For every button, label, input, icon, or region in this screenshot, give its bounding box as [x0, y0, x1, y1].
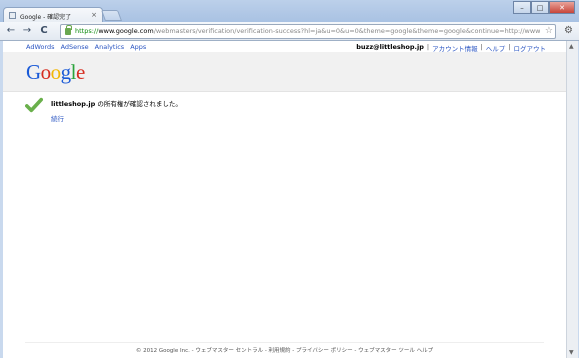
url-text[interactable]: https://www.google.com/webmasters/verifi…: [75, 27, 540, 35]
lock-icon: [65, 25, 72, 35]
vertical-scrollbar[interactable]: ▲ ▼: [566, 41, 578, 358]
reload-button[interactable]: C: [38, 25, 50, 37]
google-logo[interactable]: Google: [26, 60, 85, 85]
site-name: littleshop.jp: [51, 100, 96, 108]
adwords-link[interactable]: AdWords: [26, 43, 55, 51]
checkmark-icon: [25, 97, 43, 113]
url-host: www.google.com: [98, 27, 154, 35]
footer-divider: [25, 342, 544, 343]
message-text: の所有権が確認されました。: [95, 100, 182, 108]
window-controls: – □ ✕: [513, 1, 575, 14]
product-links: AdWords AdSense Analytics Apps: [26, 43, 146, 51]
minimize-button[interactable]: –: [513, 1, 531, 14]
adsense-link[interactable]: AdSense: [61, 43, 89, 51]
close-window-button[interactable]: ✕: [549, 1, 575, 14]
page-content: AdWords AdSense Analytics Apps buzz@litt…: [3, 41, 566, 358]
bookmark-star-icon[interactable]: ☆: [545, 26, 553, 36]
new-tab-button[interactable]: [100, 10, 123, 21]
maximize-button[interactable]: □: [531, 1, 549, 14]
browser-tab[interactable]: Google - 確認完了 ×: [3, 7, 103, 23]
page-header: Google: [3, 52, 566, 92]
forward-button[interactable]: →: [21, 25, 33, 37]
google-bar: AdWords AdSense Analytics Apps buzz@litt…: [3, 41, 566, 53]
back-button[interactable]: ←: [5, 25, 17, 37]
scroll-down-icon[interactable]: ▼: [569, 349, 574, 356]
address-bar[interactable]: https://www.google.com/webmasters/verifi…: [60, 24, 556, 39]
window-titlebar: Google - 確認完了 × – □ ✕: [0, 0, 579, 23]
wrench-menu-icon[interactable]: ⚙: [564, 25, 573, 36]
url-path: /webmasters/verification/verification-su…: [153, 27, 540, 35]
page-favicon-icon: [9, 12, 16, 19]
apps-link[interactable]: Apps: [130, 43, 146, 51]
tab-close-icon[interactable]: ×: [91, 11, 97, 19]
continue-link[interactable]: 続行: [51, 113, 64, 123]
scroll-up-icon[interactable]: ▲: [569, 43, 574, 50]
verification-message: littleshop.jp の所有権が確認されました。: [51, 98, 182, 108]
analytics-link[interactable]: Analytics: [95, 43, 125, 51]
tab-title: Google - 確認完了: [20, 14, 72, 21]
url-scheme: https://: [75, 27, 99, 35]
browser-toolbar: ← → C https://www.google.com/webmasters/…: [0, 22, 579, 41]
footer: © 2012 Google Inc. - ウェブマスター セントラル - 利用規…: [135, 348, 434, 354]
